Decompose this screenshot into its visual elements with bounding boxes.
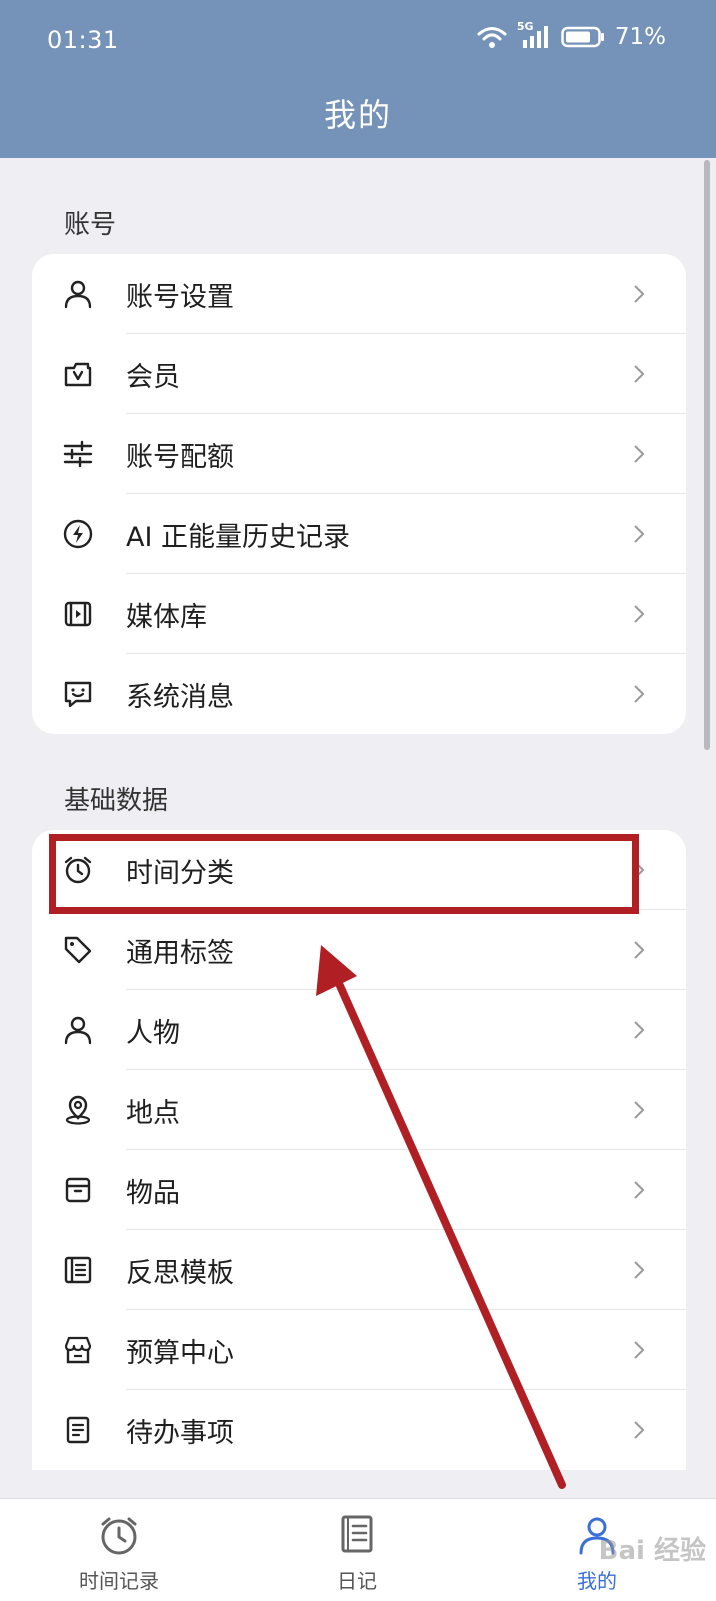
menu-item-media-library[interactable]: 媒体库 xyxy=(32,574,686,654)
header-bar: 01:31 5G 71% 我的 xyxy=(0,0,716,158)
chevron-right-icon xyxy=(632,522,646,546)
menu-item-places[interactable]: 地点 xyxy=(32,1070,686,1150)
signal-icon: 5G xyxy=(517,20,551,50)
alarm-clock-icon xyxy=(97,1513,141,1557)
notebook-icon xyxy=(335,1513,379,1557)
menu-item-reflection-templates[interactable]: 反思模板 xyxy=(32,1230,686,1310)
menu-item-label: 账号设置 xyxy=(126,281,234,313)
menu-item-label: 通用标签 xyxy=(126,937,234,969)
person-icon xyxy=(62,1014,94,1046)
menu-item-label: 时间分类 xyxy=(126,857,234,889)
tab-label: 我的 xyxy=(577,1569,617,1593)
menu-item-account-quota[interactable]: 账号配额 xyxy=(32,414,686,494)
alarm-clock-icon xyxy=(62,854,94,886)
menu-item-label: 反思模板 xyxy=(126,1257,234,1289)
list-template-icon xyxy=(62,1254,94,1286)
tab-time-record[interactable]: 时间记录 xyxy=(0,1499,238,1601)
menu-item-general-tags[interactable]: 通用标签 xyxy=(32,910,686,990)
page-title: 我的 xyxy=(323,96,392,134)
menu-item-label: 系统消息 xyxy=(126,681,234,713)
chevron-right-icon xyxy=(632,1338,646,1362)
menu-item-label: AI 正能量历史记录 xyxy=(126,521,351,553)
menu-item-people[interactable]: 人物 xyxy=(32,990,686,1070)
menu-item-ai-history[interactable]: AI 正能量历史记录 xyxy=(32,494,686,574)
tab-mine[interactable]: 我的 xyxy=(478,1499,716,1601)
menu-item-label: 预算中心 xyxy=(126,1337,234,1369)
location-pin-icon xyxy=(62,1094,94,1126)
menu-item-label: 会员 xyxy=(126,361,180,393)
status-icons: 5G 71% xyxy=(477,20,666,50)
chevron-right-icon xyxy=(632,1018,646,1042)
menu-item-time-category[interactable]: 时间分类 xyxy=(32,830,686,910)
bottom-tab-bar: 时间记录 日记 我的 xyxy=(0,1498,716,1601)
menu-item-label: 媒体库 xyxy=(126,601,207,633)
section-title-account: 账号 xyxy=(64,210,117,240)
tab-label: 时间记录 xyxy=(79,1569,159,1593)
menu-item-system-messages[interactable]: 系统消息 xyxy=(32,654,686,734)
chevron-right-icon xyxy=(632,1418,646,1442)
chevron-right-icon xyxy=(632,362,646,386)
menu-item-label: 物品 xyxy=(126,1177,180,1209)
menu-item-items[interactable]: 物品 xyxy=(32,1150,686,1230)
chevron-right-icon xyxy=(632,282,646,306)
todo-icon xyxy=(62,1414,94,1446)
tab-diary[interactable]: 日记 xyxy=(238,1499,476,1601)
network-type: 5G xyxy=(516,20,534,33)
chevron-right-icon xyxy=(632,858,646,882)
basic-data-card: 时间分类 通用标签 人物 地点 物品 反思模板 预算中心 待办事项 xyxy=(32,830,686,1470)
sliders-icon xyxy=(62,438,94,470)
media-icon xyxy=(62,598,94,630)
scrollbar[interactable] xyxy=(704,160,710,750)
section-title-basic-data: 基础数据 xyxy=(64,786,169,816)
menu-item-todo[interactable]: 待办事项 xyxy=(32,1390,686,1470)
account-card: 账号设置 会员 账号配额 AI 正能量历史记录 媒体库 系统消息 xyxy=(32,254,686,734)
tag-icon xyxy=(62,934,94,966)
chevron-right-icon xyxy=(632,1258,646,1282)
menu-item-account-settings[interactable]: 账号设置 xyxy=(32,254,686,334)
chevron-right-icon xyxy=(632,1098,646,1122)
menu-item-label: 待办事项 xyxy=(126,1417,234,1449)
box-icon xyxy=(62,1174,94,1206)
chevron-right-icon xyxy=(632,602,646,626)
wifi-icon xyxy=(477,25,507,49)
menu-item-budget-center[interactable]: 预算中心 xyxy=(32,1310,686,1390)
membership-icon xyxy=(62,358,94,390)
menu-item-label: 人物 xyxy=(126,1017,180,1049)
chevron-right-icon xyxy=(632,682,646,706)
menu-item-label: 账号配额 xyxy=(126,441,234,473)
battery-percent: 71% xyxy=(614,24,666,50)
chevron-right-icon xyxy=(632,442,646,466)
status-time: 01:31 xyxy=(47,26,119,54)
menu-item-membership[interactable]: 会员 xyxy=(32,334,686,414)
store-icon xyxy=(62,1334,94,1366)
person-icon xyxy=(575,1513,619,1557)
message-icon xyxy=(62,678,94,710)
menu-item-label: 地点 xyxy=(126,1097,180,1129)
tab-label: 日记 xyxy=(337,1569,377,1593)
battery-icon xyxy=(561,26,605,48)
chevron-right-icon xyxy=(632,938,646,962)
lightning-icon xyxy=(62,518,94,550)
chevron-right-icon xyxy=(632,1178,646,1202)
person-icon xyxy=(62,278,94,310)
